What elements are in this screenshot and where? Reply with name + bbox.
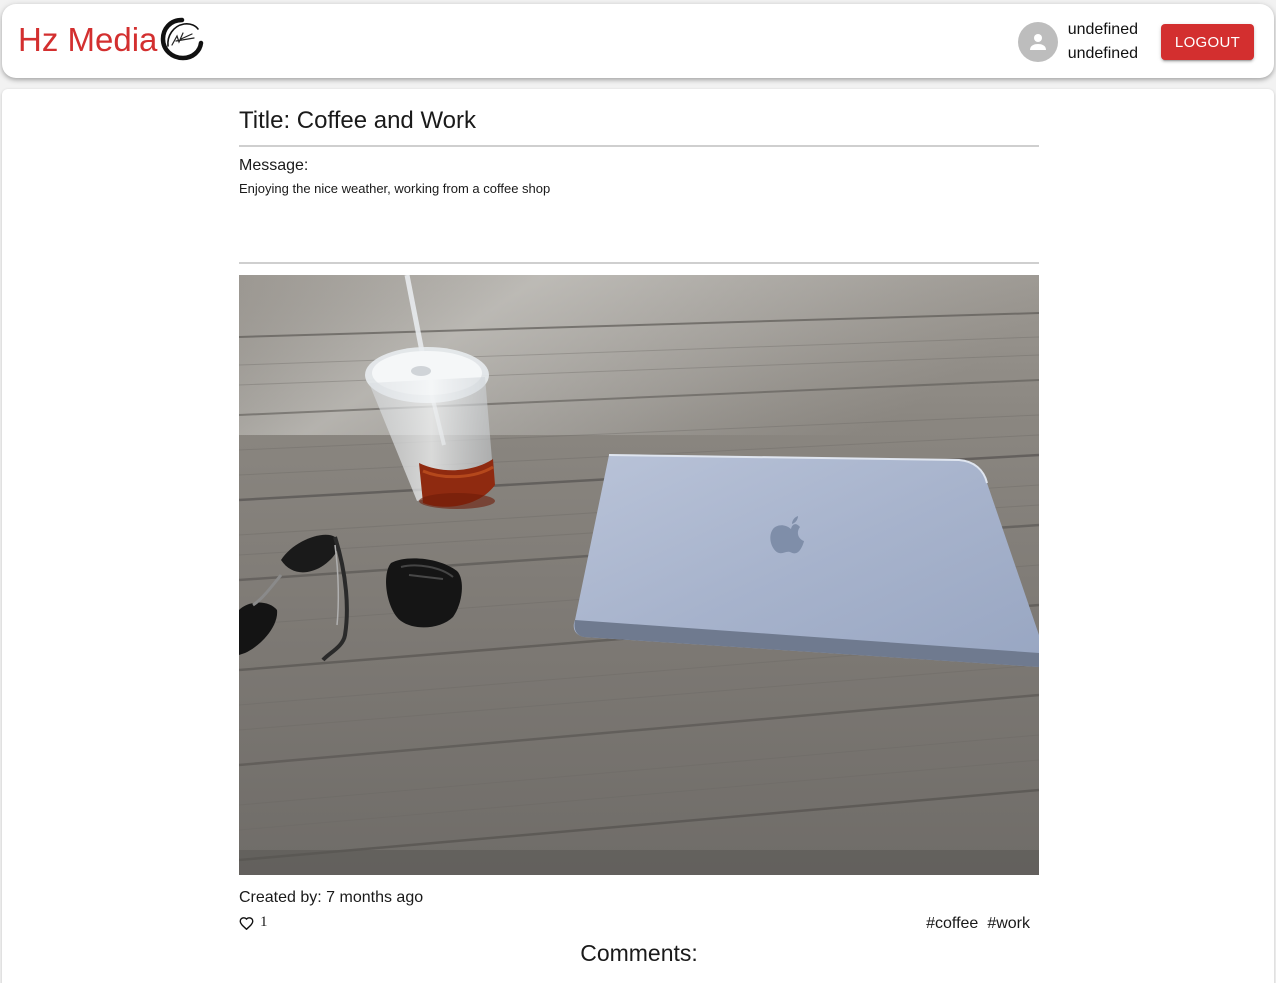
logout-button[interactable]: Logout <box>1161 24 1254 60</box>
tag-chip[interactable]: #coffee <box>926 914 978 934</box>
message-text: Enjoying the nice weather, working from … <box>239 181 551 196</box>
message-divider <box>239 262 1039 264</box>
post-detail-card: Title: Coffee and Work Message: Enjoying… <box>2 89 1274 983</box>
comments-heading: Comments: <box>580 940 698 966</box>
user-area: undefined undefined Logout <box>1017 18 1254 66</box>
app-header: Hz Media undefined undefined Logout <box>2 4 1274 78</box>
user-first-name: undefined <box>1067 21 1138 38</box>
brand-link[interactable]: Hz Media <box>18 17 205 62</box>
tag-list: #coffee #work <box>926 914 1030 934</box>
post-image <box>239 275 1039 875</box>
message-label: Message: <box>239 157 309 174</box>
avatar[interactable] <box>1017 22 1058 62</box>
app-root: Hz Media undefined undefined Logout <box>0 0 1276 983</box>
brand-name: Hz Media <box>18 21 158 58</box>
like-count: 1 <box>260 914 268 930</box>
user-name: undefined undefined <box>1068 18 1138 66</box>
title-divider <box>239 145 1039 147</box>
heart-outline-icon <box>239 916 254 930</box>
tag-chip[interactable]: #work <box>987 914 1030 934</box>
post-title: Title: Coffee and Work <box>239 107 476 134</box>
user-last-name: undefined <box>1067 45 1138 62</box>
like-button[interactable]: 1 <box>239 914 268 931</box>
created-by: Created by: 7 months ago <box>239 889 424 906</box>
person-icon <box>1029 34 1046 50</box>
brush-circle-logo <box>161 17 204 61</box>
